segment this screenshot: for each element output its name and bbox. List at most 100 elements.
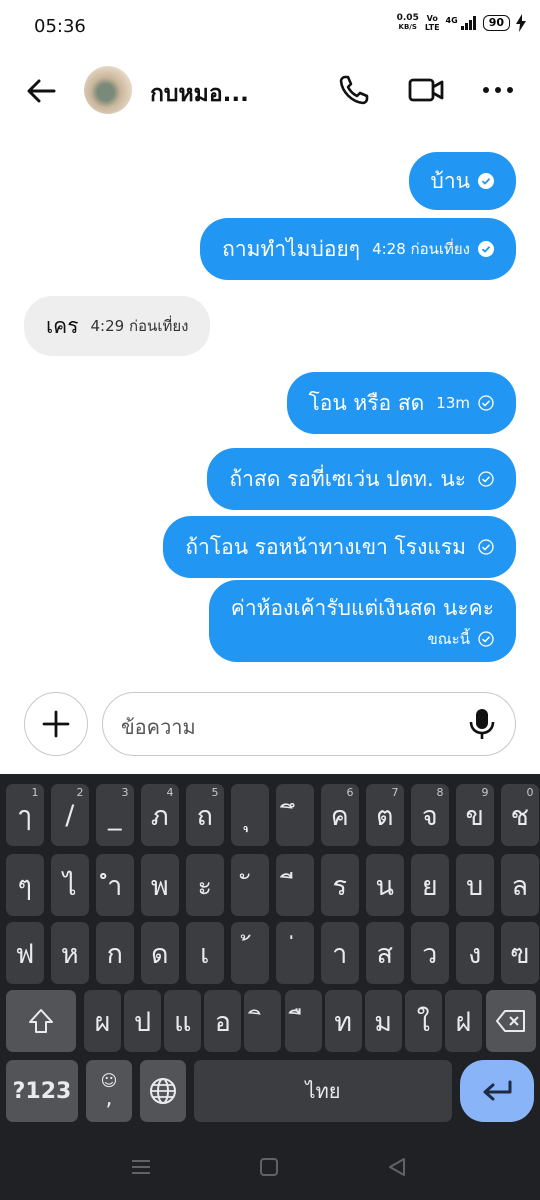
keyboard-key[interactable]: ส — [366, 922, 404, 984]
keyboard-key[interactable]: น — [366, 854, 404, 916]
keyboard-key[interactable]: ไ — [51, 854, 89, 916]
keyboard-key[interactable]: ถ5 — [186, 784, 224, 846]
back-arrow-icon[interactable] — [24, 74, 58, 108]
key-label: ใ — [416, 1006, 430, 1038]
key-label: ภ — [150, 800, 169, 832]
keyboard-key[interactable]: ด — [141, 922, 179, 984]
message-bubble[interactable]: ถ้าสด รอที่เซเว่น ปตท. นะ — [207, 448, 516, 510]
backspace-key[interactable] — [486, 990, 536, 1052]
message-bubble[interactable]: ค่าห้องเค้ารับแต่เงินสด นะคะ ขณะนี้ — [208, 580, 516, 662]
message-bubble[interactable]: ถามทำไมบ่อยๆ 4:28 ก่อนเที่ยง — [200, 218, 516, 280]
keyboard-key[interactable]: ้ — [231, 922, 269, 984]
message-text: ถ้าสด รอที่เซเว่น ปตท. นะ — [229, 466, 466, 491]
key-label: บ — [466, 870, 484, 902]
symbols-key[interactable]: ?123 — [6, 1060, 78, 1122]
message-time: 4:28 ก่อนเที่ยง — [372, 240, 470, 258]
keyboard-key[interactable]: ั — [231, 854, 269, 916]
contact-name[interactable]: กบหมอ... — [150, 76, 249, 112]
keyboard-key[interactable]: ึ — [276, 784, 314, 846]
message-bubble[interactable]: บ้าน — [408, 152, 516, 210]
phone-call-icon[interactable] — [336, 72, 372, 108]
read-check-icon — [478, 241, 494, 257]
keyboard-key[interactable]: พ — [141, 854, 179, 916]
keyboard-key[interactable]: ช0 — [501, 784, 539, 846]
keyboard-key[interactable]: า — [321, 922, 359, 984]
keyboard-key[interactable]: ่ — [276, 922, 314, 984]
key-label: ก — [106, 938, 123, 970]
key-label: ล — [511, 870, 529, 902]
message-input[interactable]: ข้อความ — [102, 692, 516, 756]
keyboard-key[interactable]: ใ — [404, 990, 442, 1052]
keyboard-key[interactable]: เ — [186, 922, 224, 984]
keyboard-key[interactable]: จ8 — [411, 784, 449, 846]
keyboard-key[interactable]: ล — [501, 854, 539, 916]
keyboard-key[interactable]: ื — [284, 990, 322, 1052]
keyboard-key[interactable]: ม — [364, 990, 402, 1052]
key-hint: 1 — [31, 786, 39, 799]
charging-icon — [516, 14, 526, 32]
keyboard-key[interactable]: ิ — [244, 990, 282, 1052]
keyboard-key[interactable]: ะ — [186, 854, 224, 916]
message-bubble[interactable]: โอน หรือ สด 13m — [286, 372, 516, 434]
keyboard-key[interactable]: ต7 — [366, 784, 404, 846]
emoji-comma-key[interactable]: ☺ , — [86, 1060, 132, 1122]
keyboard-key[interactable]: ฟ — [6, 922, 44, 984]
key-label: ำ — [107, 870, 123, 902]
plus-icon — [42, 710, 69, 737]
keyboard-key[interactable]: ี — [276, 854, 314, 916]
keyboard-key[interactable]: ข9 — [456, 784, 494, 846]
backspace-icon — [496, 1010, 525, 1032]
keyboard-key[interactable]: ร — [321, 854, 359, 916]
message-bubble[interactable]: เคร 4:29 ก่อนเที่ยง — [24, 296, 211, 356]
language-key[interactable] — [140, 1060, 186, 1122]
keyboard-key[interactable]: ภ4 — [141, 784, 179, 846]
key-label: ค — [330, 800, 349, 832]
message-time: ขณะนี้ — [427, 629, 470, 648]
enter-arrow-icon — [483, 1080, 512, 1101]
avatar[interactable] — [84, 66, 132, 114]
keyboard-key[interactable]: ฝ — [444, 990, 482, 1052]
video-call-icon[interactable] — [406, 72, 446, 108]
key-label: ช — [510, 800, 529, 832]
keyboard-key[interactable]: ห — [51, 922, 89, 984]
keyboard-key[interactable]: ค6 — [321, 784, 359, 846]
keyboard-key[interactable]: อ — [204, 990, 242, 1052]
more-options-icon[interactable] — [478, 72, 518, 108]
keyboard-key[interactable]: ุ — [231, 784, 269, 846]
battery-icon: 90 — [482, 15, 510, 31]
space-key[interactable]: ไทย — [194, 1060, 452, 1122]
keyboard-key[interactable]: ท — [324, 990, 362, 1052]
message-time: 13m — [436, 394, 470, 412]
keyboard-key[interactable]: /2 — [51, 784, 89, 846]
keyboard-key[interactable]: ๅ1 — [6, 784, 44, 846]
key-label: า — [332, 938, 348, 970]
keyboard-key[interactable]: ง — [456, 922, 494, 984]
key-hint: 2 — [76, 786, 84, 799]
message-text: บ้าน — [430, 168, 470, 193]
recent-apps-icon[interactable] — [130, 1158, 152, 1176]
status-time: 05:36 — [34, 16, 86, 37]
keyboard-key[interactable]: ป — [124, 990, 162, 1052]
keyboard-key[interactable]: บ — [456, 854, 494, 916]
keyboard-key[interactable]: ว — [411, 922, 449, 984]
message-bubble[interactable]: ถ้าโอน รอหน้าทางเขา โรงแรม — [163, 516, 516, 578]
microphone-icon[interactable] — [467, 707, 497, 741]
key-label: อ — [214, 1006, 231, 1038]
send-key[interactable] — [460, 1060, 534, 1122]
keyboard-key[interactable]: แ — [164, 990, 202, 1052]
keyboard-key[interactable]: ำ — [96, 854, 134, 916]
keyboard-key[interactable]: _ 3 — [96, 784, 134, 846]
key-label: ห — [60, 938, 79, 970]
shift-key[interactable] — [6, 990, 76, 1052]
keyboard-key[interactable]: ผ — [84, 990, 121, 1052]
add-attachment-button[interactable] — [24, 692, 88, 756]
message-text: ถามทำไมบ่อยๆ — [222, 236, 361, 261]
back-nav-icon[interactable] — [386, 1156, 408, 1178]
keyboard-key[interactable]: ฃ — [501, 922, 539, 984]
keyboard-key[interactable]: ก — [96, 922, 134, 984]
key-hint: 0 — [526, 786, 534, 799]
keyboard-key[interactable]: ย — [411, 854, 449, 916]
key-hint: 6 — [346, 786, 354, 799]
keyboard-key[interactable]: ๆ — [6, 854, 44, 916]
home-icon[interactable] — [259, 1157, 279, 1177]
